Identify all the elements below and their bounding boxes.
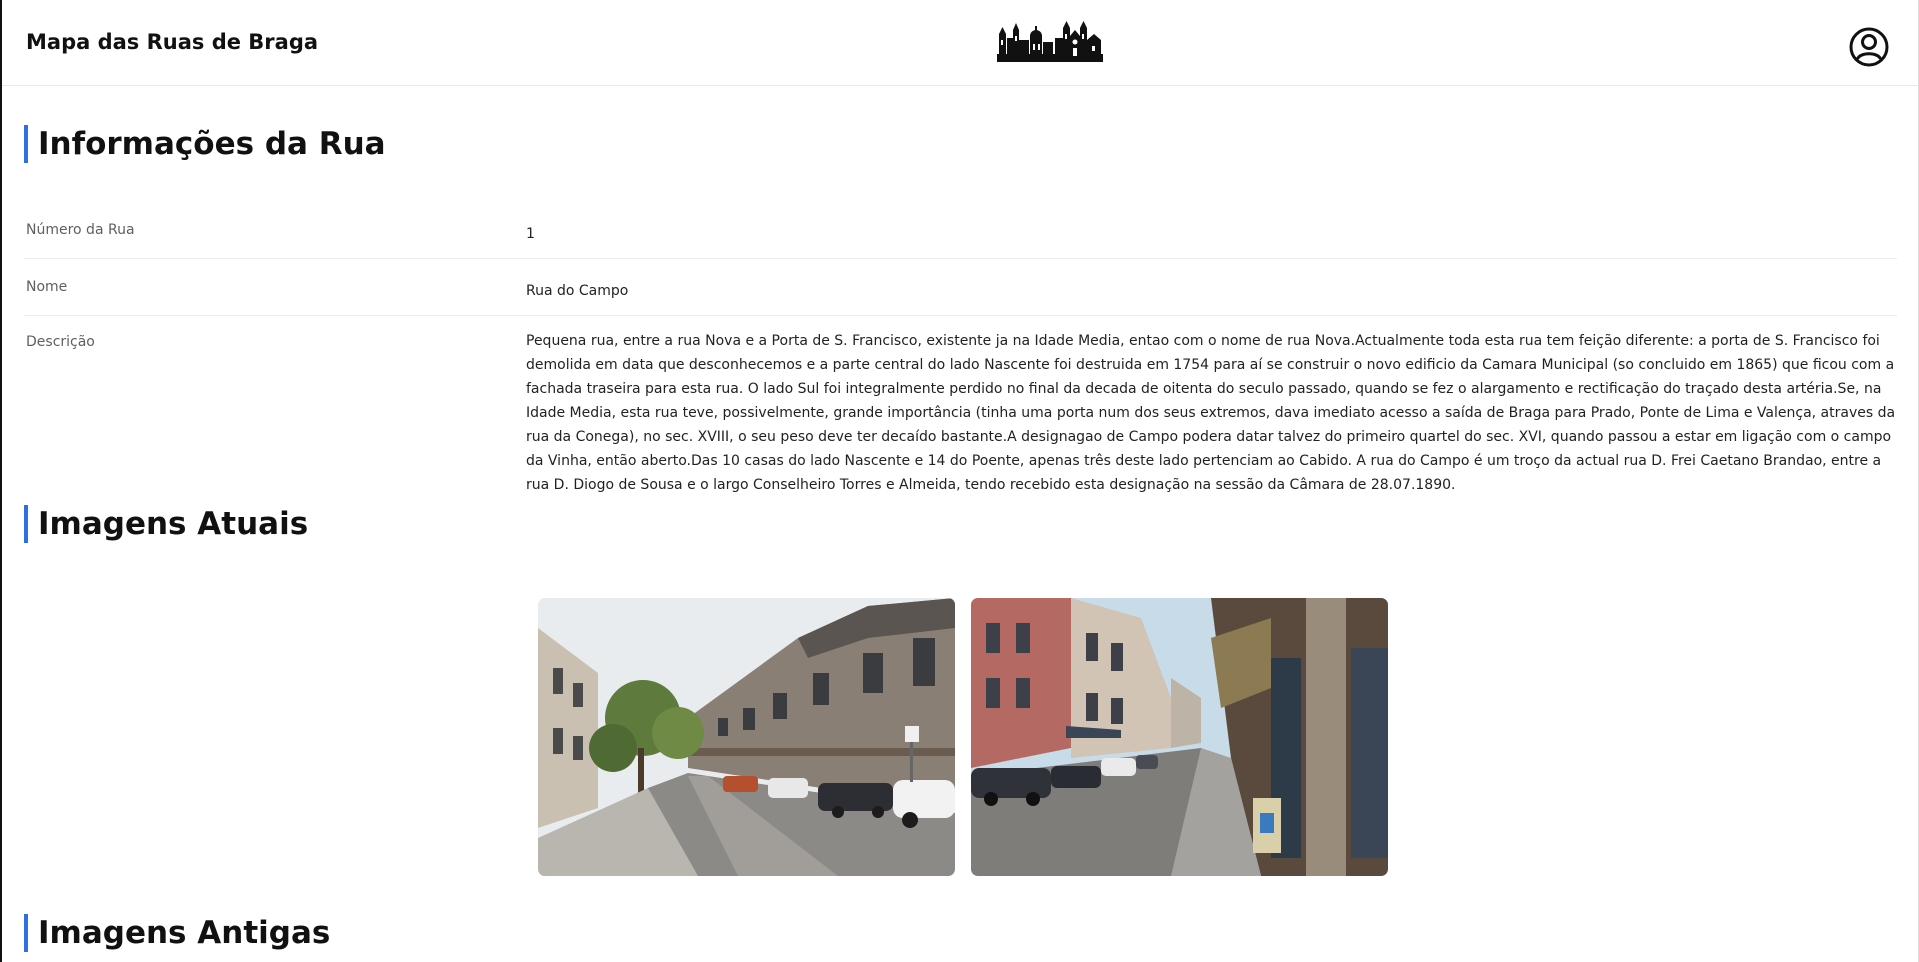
street-photo-2-image (971, 598, 1388, 876)
street-number-value: 1 (526, 226, 535, 242)
street-number-label: Número da Rua (26, 222, 135, 238)
street-name-value: Rua do Campo (526, 283, 629, 299)
braga-skyline-icon[interactable] (997, 20, 1103, 62)
site-title[interactable]: Mapa das Ruas de Braga (26, 30, 318, 54)
user-circle-icon[interactable] (1848, 26, 1890, 68)
street-photo-1-image (538, 598, 955, 876)
current-images-heading: Imagens Atuais (24, 505, 308, 543)
window-left-border (0, 0, 2, 962)
old-images-heading: Imagens Antigas (24, 914, 330, 952)
street-info-heading: Informações da Rua (24, 125, 386, 163)
street-photo-2[interactable] (971, 598, 1388, 876)
description-label: Descrição (26, 334, 95, 350)
description-text: Pequena rua, entre a rua Nova e a Porta … (526, 333, 1896, 493)
street-photo-1[interactable] (538, 598, 955, 876)
info-row-description: Descrição Pequena rua, entre a rua Nova … (24, 333, 1897, 493)
street-name-label: Nome (26, 279, 68, 295)
top-navbar: Mapa das Ruas de Braga (2, 0, 1918, 86)
info-row-name: Nome Rua do Campo (24, 279, 1897, 316)
info-row-number: Número da Rua 1 (24, 222, 1897, 259)
